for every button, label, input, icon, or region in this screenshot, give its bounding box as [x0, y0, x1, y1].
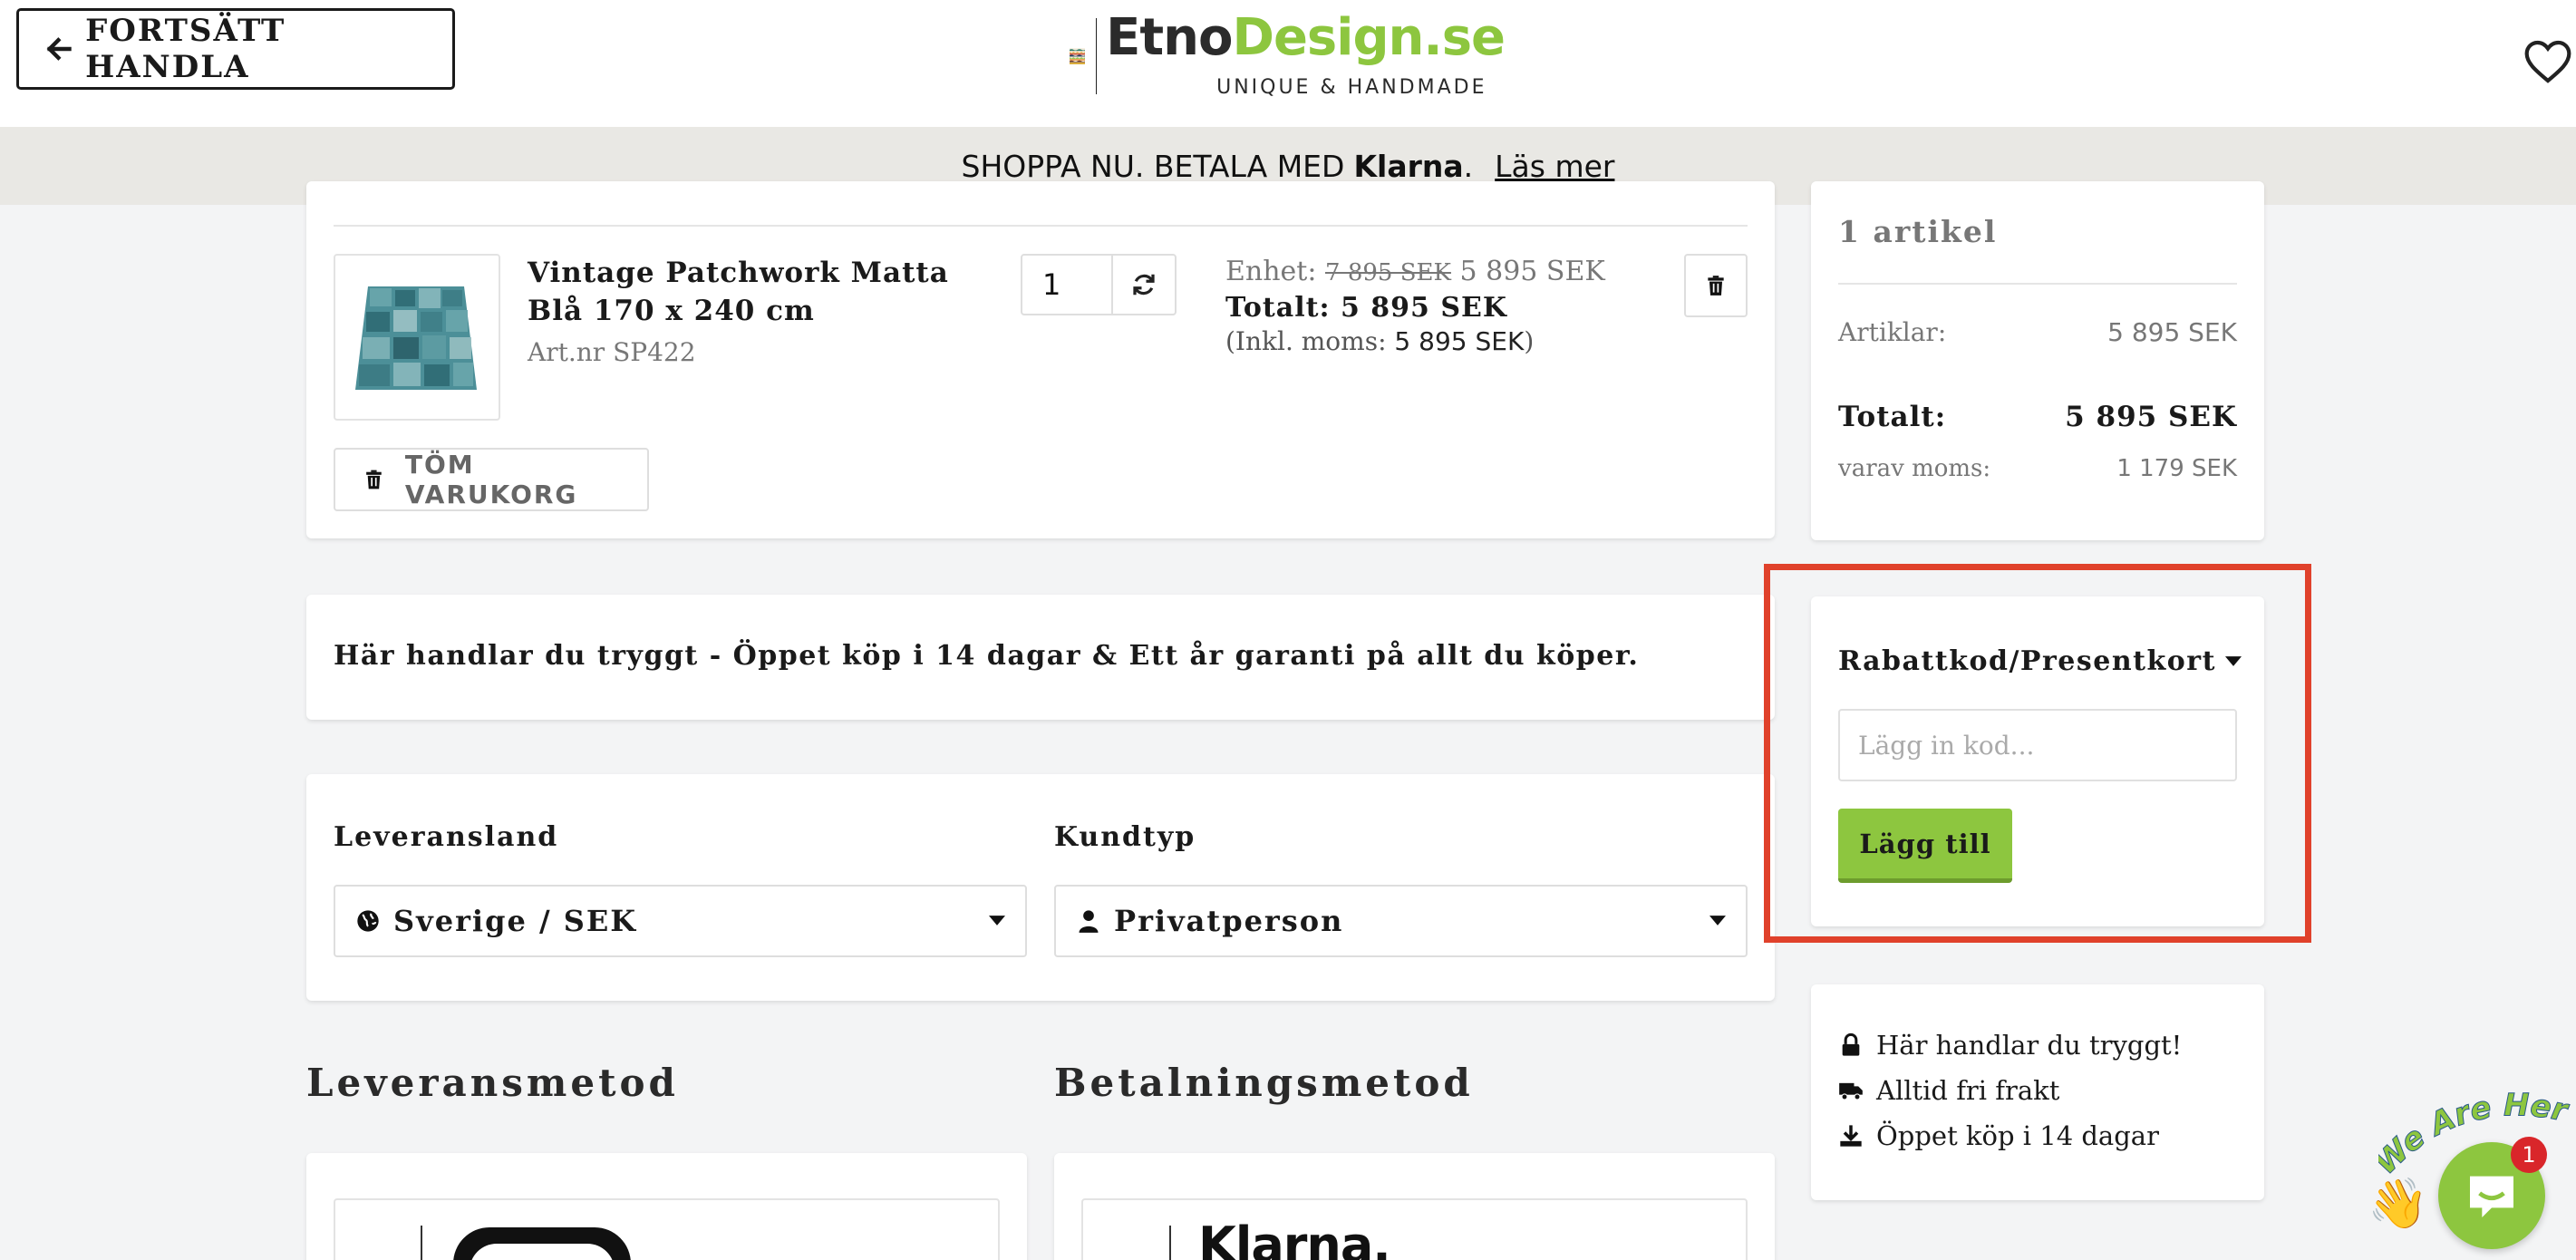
country-select[interactable]: Sverige / SEK: [334, 885, 1027, 957]
safe-item-secure: Här handlar du tryggt!: [1838, 1030, 2182, 1061]
continue-shopping-button[interactable]: FORTSÄTT HANDLA: [16, 8, 455, 90]
arrow-left-icon: [46, 37, 72, 61]
country-label: Leveransland: [334, 821, 559, 853]
unit-old-price: 7 895 SEK: [1325, 259, 1451, 286]
product-article-number: Art.nr SP422: [528, 337, 696, 367]
product-thumbnail[interactable]: [334, 254, 500, 421]
site-logo[interactable]: EtnoDesign.se UNIQUE & HANDMADE: [1070, 8, 1506, 99]
summary-vat-row: varav moms: 1 179 SEK: [1838, 455, 2237, 482]
trash-icon: [366, 470, 382, 489]
logo-tagline: UNIQUE & HANDMADE: [1216, 76, 1487, 99]
line-total: Totalt: 5 895 SEK: [1225, 292, 1507, 324]
customer-type-select[interactable]: Privatperson: [1054, 885, 1748, 957]
logo-name: EtnoDesign.se: [1106, 8, 1506, 67]
customer-type-label: Kundtyp: [1054, 821, 1196, 853]
user-icon: [1079, 910, 1099, 933]
trust-message: Här handlar du tryggt - Öppet köp i 14 d…: [334, 640, 1640, 672]
summary-vat-value: 1 179 SEK: [2116, 455, 2237, 482]
lock-icon: [1842, 1032, 1860, 1056]
payment-option-divider: [1169, 1226, 1171, 1260]
truck-icon: [1839, 1082, 1863, 1100]
summary-total-row: Totalt: 5 895 SEK: [1838, 401, 2237, 433]
payment-option[interactable]: [1081, 1198, 1748, 1260]
continue-shopping-label: FORTSÄTT HANDLA: [85, 13, 286, 85]
wishlist-heart-icon[interactable]: [2522, 36, 2574, 87]
banner-read-more-link[interactable]: Läs mer: [1495, 149, 1614, 184]
payment-method-title: Betalningsmetod: [1054, 1061, 1474, 1105]
summary-divider: [1838, 283, 2237, 285]
trash-icon: [1708, 276, 1724, 296]
delivery-method-title: Leveransmetod: [306, 1061, 679, 1105]
delivery-option[interactable]: [334, 1198, 1000, 1260]
quantity-input[interactable]: [1022, 256, 1113, 314]
globe-icon: [357, 910, 379, 932]
refresh-icon: [1133, 274, 1155, 296]
cart-header-divider: [334, 225, 1748, 227]
customer-type-value: Privatperson: [1114, 904, 1344, 938]
chat-bubble-icon: [2470, 1176, 2513, 1217]
line-vat: (Inkl. moms: 5 895 SEK): [1225, 326, 1535, 356]
klarna-payment-logo: Klarna.: [1198, 1216, 1391, 1260]
logo-divider: [1096, 17, 1098, 94]
summary-vat-label: varav moms:: [1838, 455, 1991, 482]
empty-cart-button[interactable]: TÖM VARUKORG: [334, 448, 649, 511]
country-select-value: Sverige / SEK: [393, 904, 638, 938]
update-quantity-button[interactable]: [1113, 256, 1175, 314]
unit-price: Enhet: 7 895 SEK 5 895 SEK: [1225, 256, 1605, 287]
summary-item-count: 1 artikel: [1838, 214, 1998, 249]
highlight-box: [1764, 564, 2311, 943]
quantity-control: [1021, 254, 1177, 315]
waving-hand-icon: 👋: [2368, 1175, 2429, 1232]
unit-new-price: 5 895 SEK: [1459, 256, 1605, 287]
summary-items-label: Artiklar:: [1838, 317, 1947, 347]
empty-cart-label: TÖM VARUKORG: [404, 450, 578, 509]
remove-item-button[interactable]: [1684, 254, 1748, 317]
chat-unread-badge: 1: [2511, 1137, 2547, 1173]
banner-brand: Klarna: [1353, 148, 1464, 184]
download-icon: [1840, 1125, 1862, 1147]
chevron-down-icon: [989, 916, 1005, 926]
summary-items-value: 5 895 SEK: [2107, 317, 2237, 347]
delivery-option-divider: [421, 1226, 422, 1260]
safe-item-shipping: Alltid fri frakt: [1838, 1075, 2059, 1106]
banner-prefix: SHOPPA NU. BETALA MED: [961, 148, 1345, 184]
summary-total-value: 5 895 SEK: [2065, 401, 2237, 433]
summary-total-label: Totalt:: [1838, 401, 1947, 433]
safe-item-returns: Öppet köp i 14 dagar: [1838, 1120, 2159, 1151]
summary-items-row: Artiklar: 5 895 SEK: [1838, 317, 2237, 347]
chevron-down-icon: [1709, 916, 1726, 926]
product-name[interactable]: Vintage Patchwork Matta Blå 170 x 240 cm: [528, 254, 999, 330]
rug-image: [355, 286, 477, 390]
logo-pattern-icon: [1070, 47, 1086, 64]
carrier-logo-inner: [470, 1244, 615, 1260]
